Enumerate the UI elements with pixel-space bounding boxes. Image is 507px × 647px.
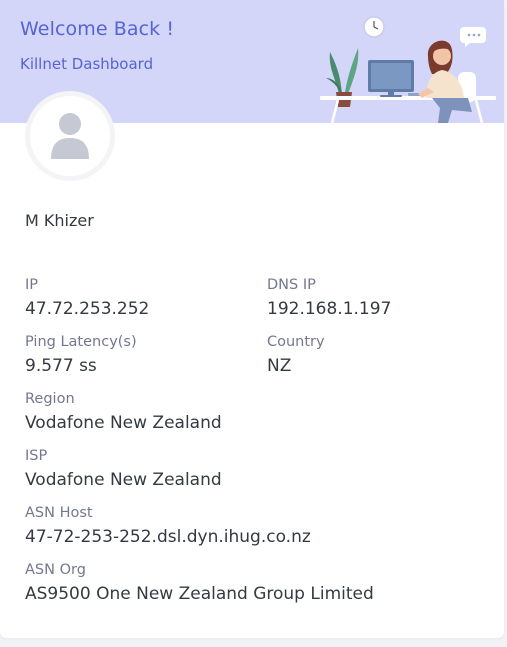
asn-host-label: ASN Host [25,505,93,521]
dns-ip-field: DNS IP 192.168.1.197 [267,276,391,320]
isp-field: ISP Vodafone New Zealand [25,447,222,491]
region-label: Region [25,391,75,407]
ping-latency-label: Ping Latency(s) [25,334,137,350]
isp-value: Vodafone New Zealand [25,470,222,490]
ping-latency-field: Ping Latency(s) 9.577 ss [25,333,137,377]
asn-org-value: AS9500 One New Zealand Group Limited [25,584,374,604]
country-field: Country NZ [267,333,325,377]
asn-org-label: ASN Org [25,562,86,578]
profile-card: Welcome Back ! Killnet Dashboard M Khize… [0,0,504,638]
isp-label: ISP [25,448,48,464]
asn-host-field: ASN Host 47-72-253-252.dsl.dyn.ihug.co.n… [25,504,311,548]
clock-icon [363,16,385,38]
country-label: Country [267,334,325,350]
asn-org-field: ASN Org AS9500 One New Zealand Group Lim… [25,561,374,605]
ip-value: 47.72.253.252 [25,299,150,319]
country-value: NZ [267,356,292,376]
ping-latency-value: 9.577 ss [25,356,97,376]
region-field: Region Vodafone New Zealand [25,390,222,434]
avatar[interactable] [25,91,115,181]
dns-ip-value: 192.168.1.197 [267,299,392,319]
user-icon [51,113,89,159]
region-value: Vodafone New Zealand [25,413,222,433]
ip-field: IP 47.72.253.252 [25,276,149,320]
chat-bubble-icon [460,27,486,47]
ip-label: IP [25,277,39,293]
dashboard-subtitle: Killnet Dashboard [20,55,154,73]
welcome-title: Welcome Back ! [20,18,175,40]
person-at-desk-illustration [320,16,496,123]
dns-ip-label: DNS IP [267,277,316,293]
monitor-icon [368,60,414,97]
asn-host-value: 47-72-253-252.dsl.dyn.ihug.co.nz [25,527,311,547]
user-name: M Khizer [25,211,94,230]
